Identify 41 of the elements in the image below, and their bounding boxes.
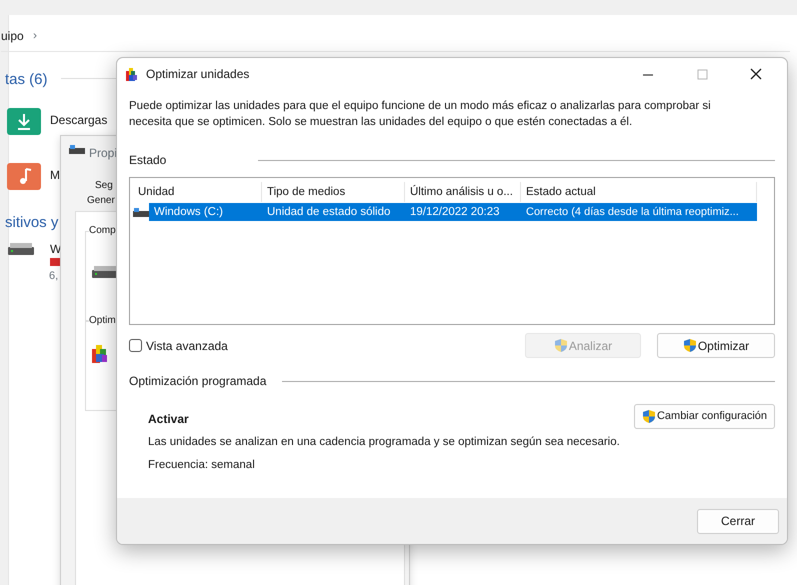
window-title: Optimizar unidades — [146, 66, 250, 83]
group-heading: tas (6) — [5, 70, 48, 90]
close-button[interactable]: Cerrar — [697, 508, 779, 534]
window-title: Propi — [89, 145, 118, 162]
drive-size: 6, — [49, 269, 58, 284]
shield-icon — [554, 338, 568, 353]
group-label: Comp — [89, 223, 116, 238]
folder-name[interactable]: Descargas — [50, 111, 108, 129]
tab[interactable]: Seg — [95, 178, 113, 193]
setting-heading: Activar — [148, 411, 190, 428]
drive-icon — [7, 243, 35, 257]
tab[interactable]: Gener — [87, 193, 115, 208]
section-label: Optimización programada — [129, 373, 266, 390]
breadcrumb-arrow[interactable]: › — [33, 26, 37, 44]
drive-icon — [69, 145, 85, 154]
close-icon[interactable] — [748, 67, 764, 81]
shield-icon — [642, 409, 656, 424]
group-label: Optim — [89, 313, 116, 328]
folder-name[interactable]: M — [50, 166, 60, 184]
group-heading: sitivos y — [5, 213, 58, 233]
drive-icon — [133, 208, 149, 216]
checkbox[interactable] — [129, 339, 142, 352]
defrag-icon — [91, 343, 107, 363]
change-settings-button[interactable]: Cambiar configuración — [634, 404, 775, 429]
table-cell[interactable]: Unidad de estado sólido — [262, 203, 405, 221]
action-button[interactable]: Optimizar — [657, 333, 775, 358]
shield-icon — [682, 338, 697, 353]
section-label: Estado — [129, 152, 166, 169]
breadcrumb-text[interactable]: uipo — [1, 27, 24, 45]
setting-description: Las unidades se analizan en una cadencia programada y se optimizan según sea necesario. — [148, 435, 621, 450]
column-header[interactable]: Último análisis u o... — [405, 182, 521, 202]
table-cell[interactable]: Windows (C:) — [149, 203, 262, 221]
table-cell[interactable]: 19/12/2022 20:23 — [405, 203, 521, 221]
description-text: Puede optimizar las unidades para que el equipo funcione de un modo más eficaz o analizarlas para comprobar si necesita que se optimicen. Solo se muestran las unidades del equipo o que estén conectadas a él. — [129, 99, 712, 130]
frequency-text: Frecuencia: semanal — [148, 458, 256, 474]
column-header[interactable]: Tipo de medios — [262, 182, 405, 202]
column-header[interactable]: Estado actual — [521, 182, 757, 202]
defrag-icon — [125, 67, 138, 81]
checkbox-label[interactable]: Vista avanzada — [146, 336, 228, 354]
table-cell[interactable]: Correcto (4 días desde la última reoptimiz... — [521, 203, 757, 221]
column-header[interactable]: Unidad — [133, 182, 262, 202]
